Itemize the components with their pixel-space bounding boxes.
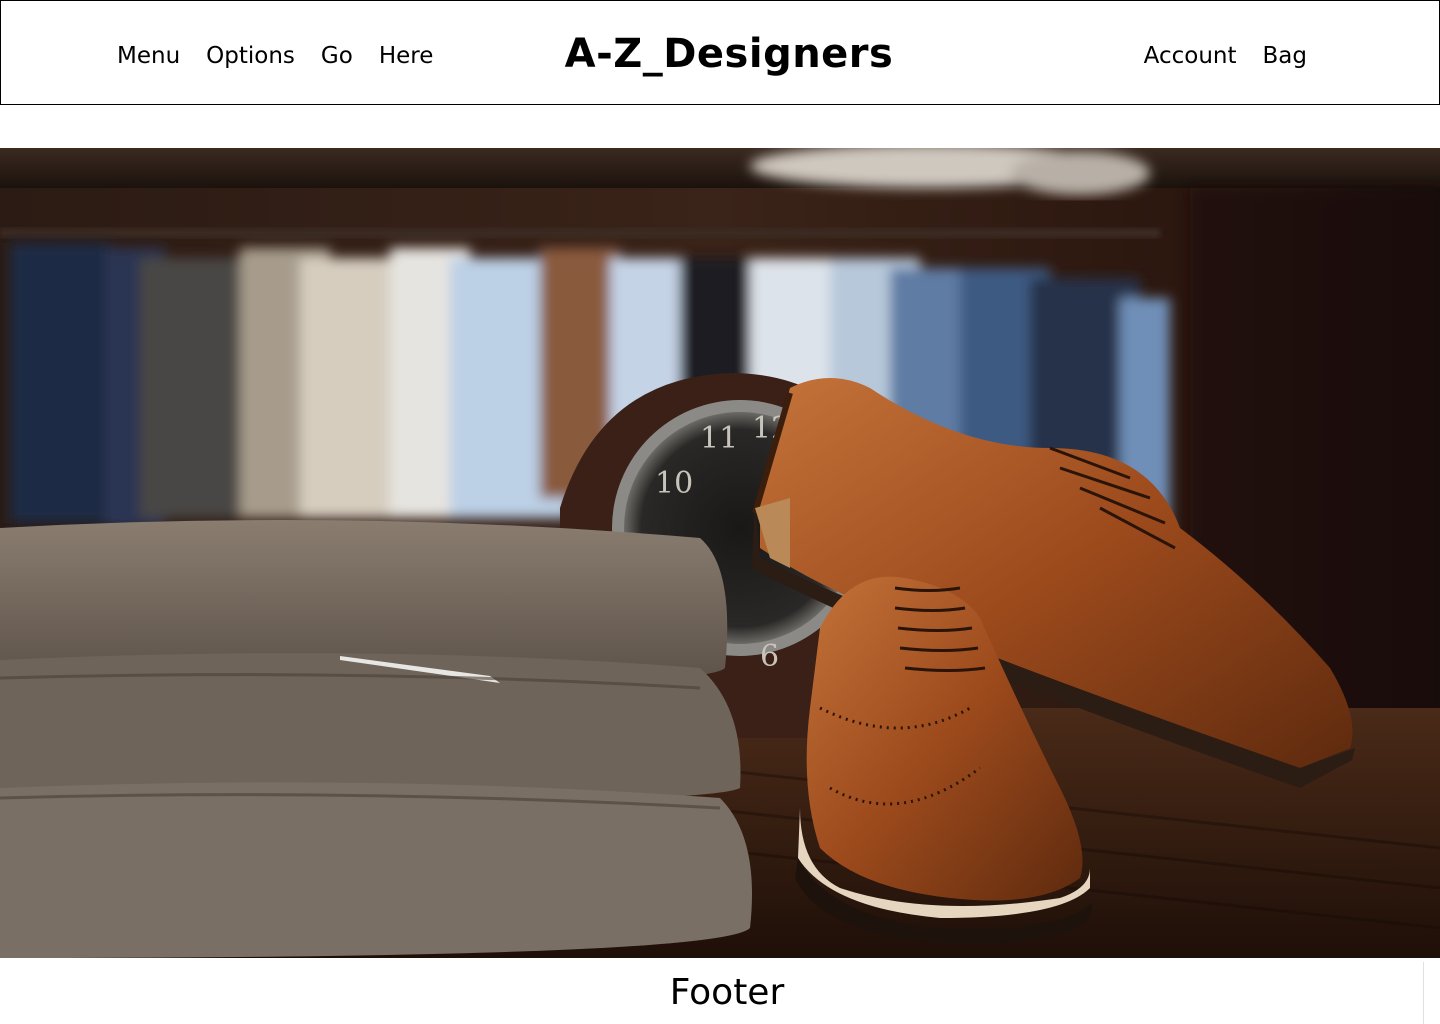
scrollbar-track[interactable] (1423, 962, 1424, 1024)
site-footer: Footer (0, 958, 1440, 1024)
svg-text:10: 10 (655, 466, 693, 501)
user-nav: Account Bag (1144, 39, 1307, 73)
hero-image: 12 11 10 6 (0, 148, 1440, 958)
hero-photo-illustration: 12 11 10 6 (0, 148, 1440, 958)
svg-text:6: 6 (760, 639, 779, 674)
svg-text:11: 11 (700, 421, 738, 456)
footer-label: Footer (669, 972, 785, 1013)
account-link[interactable]: Account (1144, 39, 1237, 73)
bag-link[interactable]: Bag (1263, 39, 1307, 73)
site-header: Menu Options Go Here A-Z_Designers Accou… (0, 0, 1440, 105)
